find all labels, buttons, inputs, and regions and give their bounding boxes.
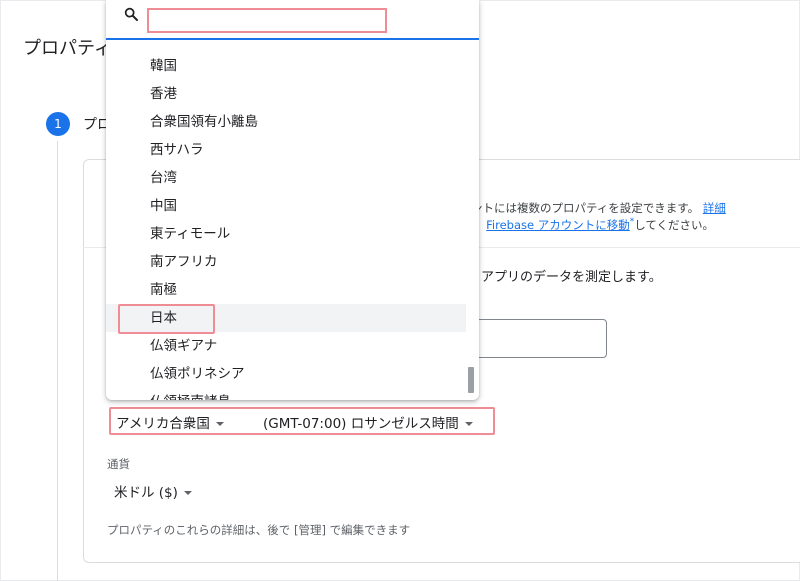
option-us-minor-islands[interactable]: 合衆国領有小離島 <box>106 108 466 136</box>
info-text-line2: 、 Firebase アカウントに移動*してください。 <box>471 217 714 233</box>
measure-description: アプリのデータを測定します。 <box>481 270 662 285</box>
dropdown-search-bar <box>106 0 479 40</box>
currency-label: 通貨 <box>107 457 130 471</box>
option-south-africa[interactable]: 南アフリカ <box>106 248 466 276</box>
firebase-account-link[interactable]: Firebase アカウントに移動 <box>486 218 630 232</box>
country-option-list: 韓国 香港 合衆国領有小離島 西サハラ 台湾 中国 東ティモール 南アフリカ 南… <box>106 52 466 388</box>
option-taiwan[interactable]: 台湾 <box>106 164 466 192</box>
step-connector-line <box>57 141 58 581</box>
option-timor-leste[interactable]: 東ティモール <box>106 220 466 248</box>
option-french-guiana[interactable]: 仏領ギアナ <box>106 332 466 360</box>
currency-value: 米ドル ($) <box>114 485 178 501</box>
dropdown-scrollbar[interactable] <box>468 367 474 393</box>
info-text-line1: ントには複数のプロパティを設定できます。 詳細 <box>471 200 726 216</box>
caret-down-icon <box>183 491 192 495</box>
property-name-input[interactable] <box>476 319 607 358</box>
option-partial-bottom[interactable]: 仏領極南諸島 <box>150 390 231 400</box>
option-western-sahara[interactable]: 西サハラ <box>106 136 466 164</box>
info-text: ントには複数のプロパティを設定できます。 <box>471 201 700 215</box>
option-hong-kong[interactable]: 香港 <box>106 80 466 108</box>
page-title: プロパティ <box>23 38 112 59</box>
learn-more-link[interactable]: 詳細 <box>703 201 726 215</box>
step-number-badge: 1 <box>46 112 70 136</box>
option-korea[interactable]: 韓国 <box>106 52 466 80</box>
option-french-polynesia[interactable]: 仏領ポリネシア <box>106 360 466 388</box>
country-value: アメリカ合衆国 <box>116 416 210 432</box>
timezone-select[interactable]: (GMT-07:00) ロサンゼルス時間 <box>263 412 473 432</box>
country-dropdown: 大陸アメリカ地域 韓国 香港 合衆国領有小離島 西サハラ 台湾 中国 東ティモー… <box>106 0 479 400</box>
country-select[interactable]: アメリカ合衆国 <box>116 412 224 432</box>
japan-option-highlight <box>118 304 215 334</box>
caret-down-icon <box>464 422 473 426</box>
info-text-suffix: してください。 <box>634 218 715 232</box>
currency-select[interactable]: 米ドル ($) <box>114 481 192 501</box>
option-china[interactable]: 中国 <box>106 192 466 220</box>
search-icon <box>124 7 138 21</box>
caret-down-icon <box>215 422 224 426</box>
option-antarctica[interactable]: 南極 <box>106 276 466 304</box>
country-search-input[interactable] <box>147 8 387 33</box>
timezone-value: (GMT-07:00) ロサンゼルス時間 <box>263 416 459 432</box>
edit-later-note: プロパティのこれらの詳細は、後で [管理] で編集できます <box>107 523 411 537</box>
